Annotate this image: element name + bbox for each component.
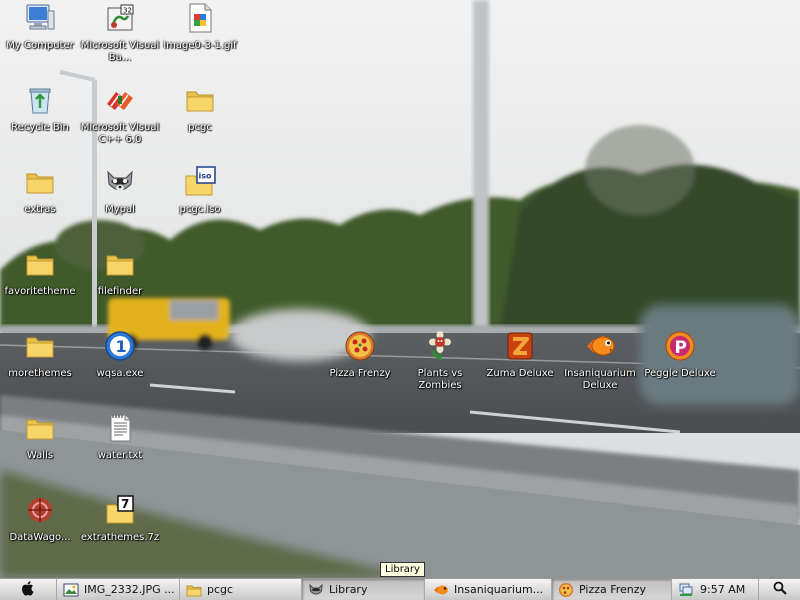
taskbar-item-img2332[interactable]: IMG_2332.JPG ... bbox=[57, 579, 180, 600]
desktop-icon-extrathemes-7z[interactable]: 7 extrathemes.7z bbox=[80, 494, 160, 544]
datawagon-icon bbox=[24, 494, 56, 526]
pizza-icon bbox=[558, 582, 574, 598]
desktop-icon-insaniquarium-deluxe[interactable]: Insaniquarium Deluxe bbox=[560, 330, 640, 392]
desktop-icon-mypal[interactable]: Mypal bbox=[80, 166, 160, 216]
desktop-icon-pcgc[interactable]: pcgc bbox=[160, 84, 240, 134]
gif-file-icon bbox=[184, 2, 216, 34]
apple-icon bbox=[20, 580, 36, 599]
taskbar-item-label: Pizza Frenzy bbox=[579, 583, 647, 596]
desktop-icon-label: water.txt bbox=[97, 450, 143, 461]
folder-icon bbox=[24, 412, 56, 444]
desktop-icon-pcgc-iso[interactable]: iso pcgc.iso bbox=[160, 166, 240, 216]
start-menu-button[interactable] bbox=[0, 579, 57, 600]
network-tray-icon[interactable] bbox=[678, 581, 694, 597]
desktop-icon-label: Insaniquarium Deluxe bbox=[564, 368, 636, 391]
desktop-icon-filefinder[interactable]: filefinder bbox=[80, 248, 160, 298]
exe-1-icon: 1 bbox=[104, 330, 136, 362]
desktop-icon-favoritetheme[interactable]: favoritetheme bbox=[0, 248, 80, 298]
visual-basic-icon: 32 bbox=[104, 2, 136, 34]
desktop-icon-label: DataWago... bbox=[9, 532, 71, 543]
desktop-icon-label: My Computer bbox=[6, 40, 74, 51]
desktop-icon-peggle-deluxe[interactable]: P Peggle Deluxe bbox=[640, 330, 720, 380]
search-icon bbox=[773, 581, 787, 598]
desktop-icon-walls[interactable]: Walls bbox=[0, 412, 80, 462]
svg-text:P: P bbox=[675, 338, 687, 358]
desktop-icon-label: Recycle Bin bbox=[11, 122, 69, 133]
desktop-icon-visual-cpp[interactable]: Microsoft Visual C++ 6.0 bbox=[80, 84, 160, 146]
zuma-icon bbox=[504, 330, 536, 362]
taskbar-item-library[interactable]: Library bbox=[302, 579, 425, 600]
desktop-icon-label: extras bbox=[24, 204, 56, 215]
folder-icon bbox=[186, 582, 202, 598]
desktop-icon-label: Microsoft Visual C++ 6.0 bbox=[80, 122, 160, 145]
desktop-icon-label: favoritetheme bbox=[4, 286, 76, 297]
desktop-icon-label: Microsoft Visual Ba... bbox=[80, 40, 160, 63]
folder-icon bbox=[104, 248, 136, 280]
taskbar-item-label: IMG_2332.JPG ... bbox=[84, 583, 175, 596]
desktop-icon-label: morethemes bbox=[8, 368, 72, 379]
taskbar-item-pizza-frenzy[interactable]: Pizza Frenzy bbox=[552, 579, 672, 600]
folder-icon bbox=[184, 84, 216, 116]
taskbar-item-insaniquarium[interactable]: Insaniquarium... bbox=[427, 579, 552, 600]
desktop-icon-label: wqsa.exe bbox=[96, 368, 144, 379]
desktop-icon-label: Plants vs Zombies bbox=[417, 368, 463, 391]
desktop-icon-label: extrathemes.7z bbox=[80, 532, 160, 543]
svg-text:32: 32 bbox=[123, 7, 132, 15]
desktop-icon-label: Walls bbox=[26, 450, 54, 461]
desktop-icon-recycle-bin[interactable]: Recycle Bin bbox=[0, 84, 80, 134]
desktop-icon-visual-basic[interactable]: 32 Microsoft Visual Ba... bbox=[80, 2, 160, 64]
7z-archive-icon: 7 bbox=[104, 494, 136, 526]
visual-cpp-icon bbox=[104, 84, 136, 116]
svg-text:1: 1 bbox=[116, 337, 127, 356]
folder-icon bbox=[24, 166, 56, 198]
taskbar-clock[interactable]: 9:57 AM bbox=[700, 579, 752, 600]
desktop-icon-label: image0-3-1.gif bbox=[163, 40, 237, 51]
iso-file-icon: iso bbox=[184, 166, 216, 198]
goldfish-icon bbox=[433, 582, 449, 598]
folder-icon bbox=[24, 248, 56, 280]
pizza-icon bbox=[344, 330, 376, 362]
raccoon-icon bbox=[308, 582, 324, 598]
desktop-icon-label: Pizza Frenzy bbox=[329, 368, 391, 379]
svg-text:iso: iso bbox=[199, 172, 213, 181]
desktop-icon-extras[interactable]: extras bbox=[0, 166, 80, 216]
raccoon-icon bbox=[104, 166, 136, 198]
computer-icon bbox=[24, 2, 56, 34]
desktop-icon-label: Mypal bbox=[105, 204, 135, 215]
desktop-icon-image0-gif[interactable]: image0-3-1.gif bbox=[160, 2, 240, 52]
image-icon bbox=[63, 582, 79, 598]
taskbar: IMG_2332.JPG ... pcgc Library Insaniquar… bbox=[0, 578, 800, 600]
search-button[interactable] bbox=[758, 579, 800, 600]
desktop-icon-label: Peggle Deluxe bbox=[644, 368, 716, 379]
desktop-icon-water-txt[interactable]: water.txt bbox=[80, 412, 160, 462]
recycle-bin-icon bbox=[24, 84, 56, 116]
desktop-icon-label: pcgc bbox=[188, 122, 212, 133]
plants-vs-zombies-icon bbox=[424, 330, 456, 362]
desktop-icon-wqsa[interactable]: 1 wqsa.exe bbox=[80, 330, 160, 380]
taskbar-item-pcgc[interactable]: pcgc bbox=[180, 579, 302, 600]
desktop-icon-label: filefinder bbox=[97, 286, 143, 297]
desktop-icon-zuma-deluxe[interactable]: Zuma Deluxe bbox=[480, 330, 560, 380]
desktop-icon-datawagon[interactable]: DataWago... bbox=[0, 494, 80, 544]
goldfish-icon bbox=[584, 330, 616, 362]
desktop-icon-label: pcgc.iso bbox=[179, 204, 221, 215]
desktop-icon-morethemes[interactable]: morethemes bbox=[0, 330, 80, 380]
desktop-icon-my-computer[interactable]: My Computer bbox=[0, 2, 80, 52]
desktop-icon-pizza-frenzy[interactable]: Pizza Frenzy bbox=[320, 330, 400, 380]
svg-text:7: 7 bbox=[121, 497, 129, 511]
taskbar-item-label: pcgc bbox=[207, 583, 234, 596]
folder-icon bbox=[24, 330, 56, 362]
desktop-icon-plants-vs-zombies[interactable]: Plants vs Zombies bbox=[400, 330, 480, 392]
taskbar-item-label: Insaniquarium... bbox=[454, 583, 544, 596]
peggle-icon: P bbox=[664, 330, 696, 362]
text-file-icon bbox=[104, 412, 136, 444]
taskbar-item-label: Library bbox=[329, 583, 368, 596]
desktop-icon-label: Zuma Deluxe bbox=[486, 368, 554, 379]
tooltip: Library bbox=[380, 562, 425, 577]
